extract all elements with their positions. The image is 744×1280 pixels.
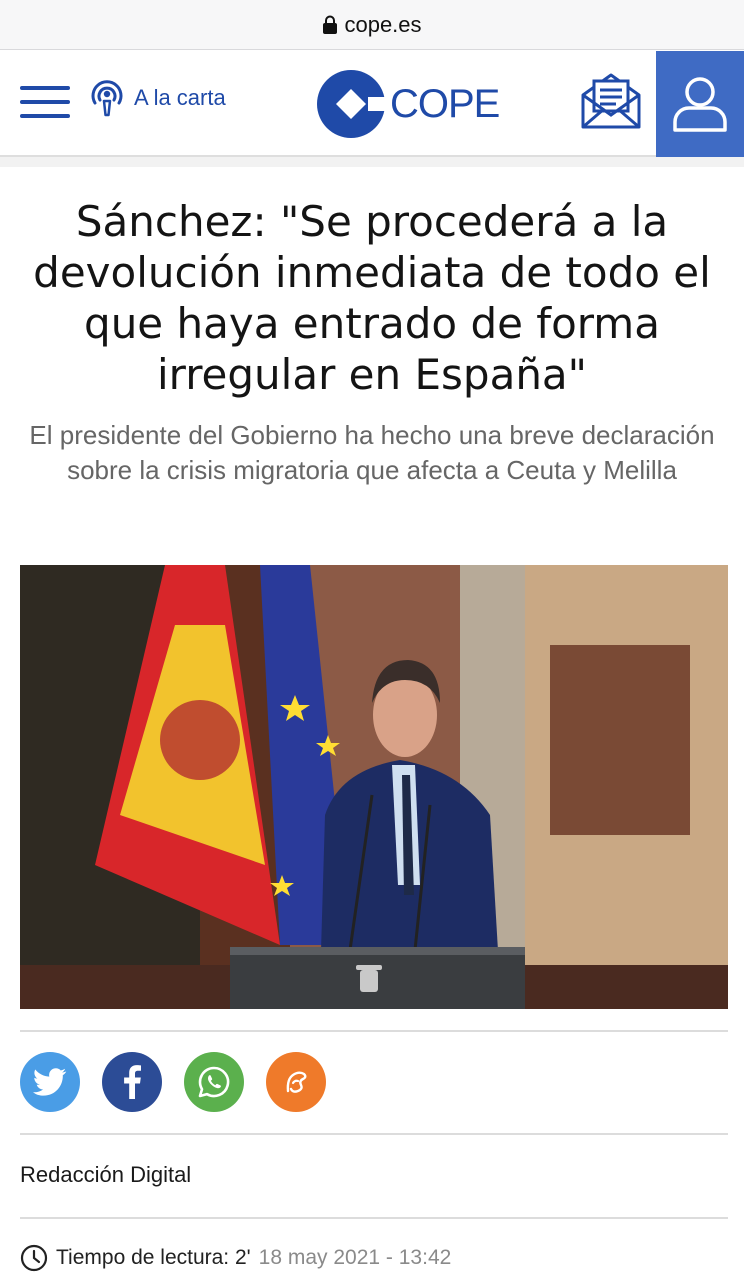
divider (20, 1217, 728, 1219)
a-la-carta-label: A la carta (134, 85, 226, 110)
mail-icon[interactable] (580, 69, 642, 131)
account-button[interactable] (656, 51, 744, 157)
article-photo[interactable] (20, 565, 728, 1009)
a-la-carta-link[interactable]: A la carta (88, 77, 226, 119)
browser-url-bar[interactable]: cope.es (0, 0, 744, 50)
user-icon (673, 77, 727, 132)
twitter-icon (33, 1068, 67, 1096)
divider (20, 1030, 728, 1032)
twitter-share-button[interactable] (20, 1052, 80, 1112)
rss-icon (286, 1071, 307, 1093)
hamburger-icon[interactable] (20, 86, 70, 118)
article-photo-illustration (20, 565, 728, 1009)
divider (20, 1133, 728, 1135)
whatsapp-share-button[interactable] (184, 1052, 244, 1112)
url-text: cope.es (344, 11, 422, 37)
lock-icon (323, 15, 338, 34)
article-headline: Sánchez: "Se procederá a la devolución i… (33, 197, 711, 399)
clock-icon (20, 1244, 48, 1272)
url-display[interactable]: cope.es (322, 11, 422, 38)
article-meta: Tiempo de lectura: 2' 18 may 2021 - 13:4… (20, 1244, 451, 1272)
header-divider (0, 157, 744, 167)
cope-logo-text: COPE (390, 81, 500, 126)
podcast-icon (91, 80, 123, 117)
article-subheadline: El presidente del Gobierno ha hecho una … (29, 420, 715, 485)
publish-date: 18 may 2021 - 13:42 (258, 1246, 452, 1269)
rss-share-button[interactable] (266, 1052, 326, 1112)
share-buttons (20, 1052, 326, 1112)
article-author[interactable]: Redacción Digital (20, 1162, 191, 1188)
facebook-share-button[interactable] (102, 1052, 162, 1112)
site-header: A la carta COPE (0, 51, 744, 157)
read-time: Tiempo de lectura: 2' (56, 1246, 251, 1269)
facebook-icon (124, 1065, 141, 1099)
cope-logo-icon (317, 70, 386, 138)
cope-logo[interactable]: COPE (316, 69, 500, 139)
whatsapp-icon (198, 1066, 230, 1098)
